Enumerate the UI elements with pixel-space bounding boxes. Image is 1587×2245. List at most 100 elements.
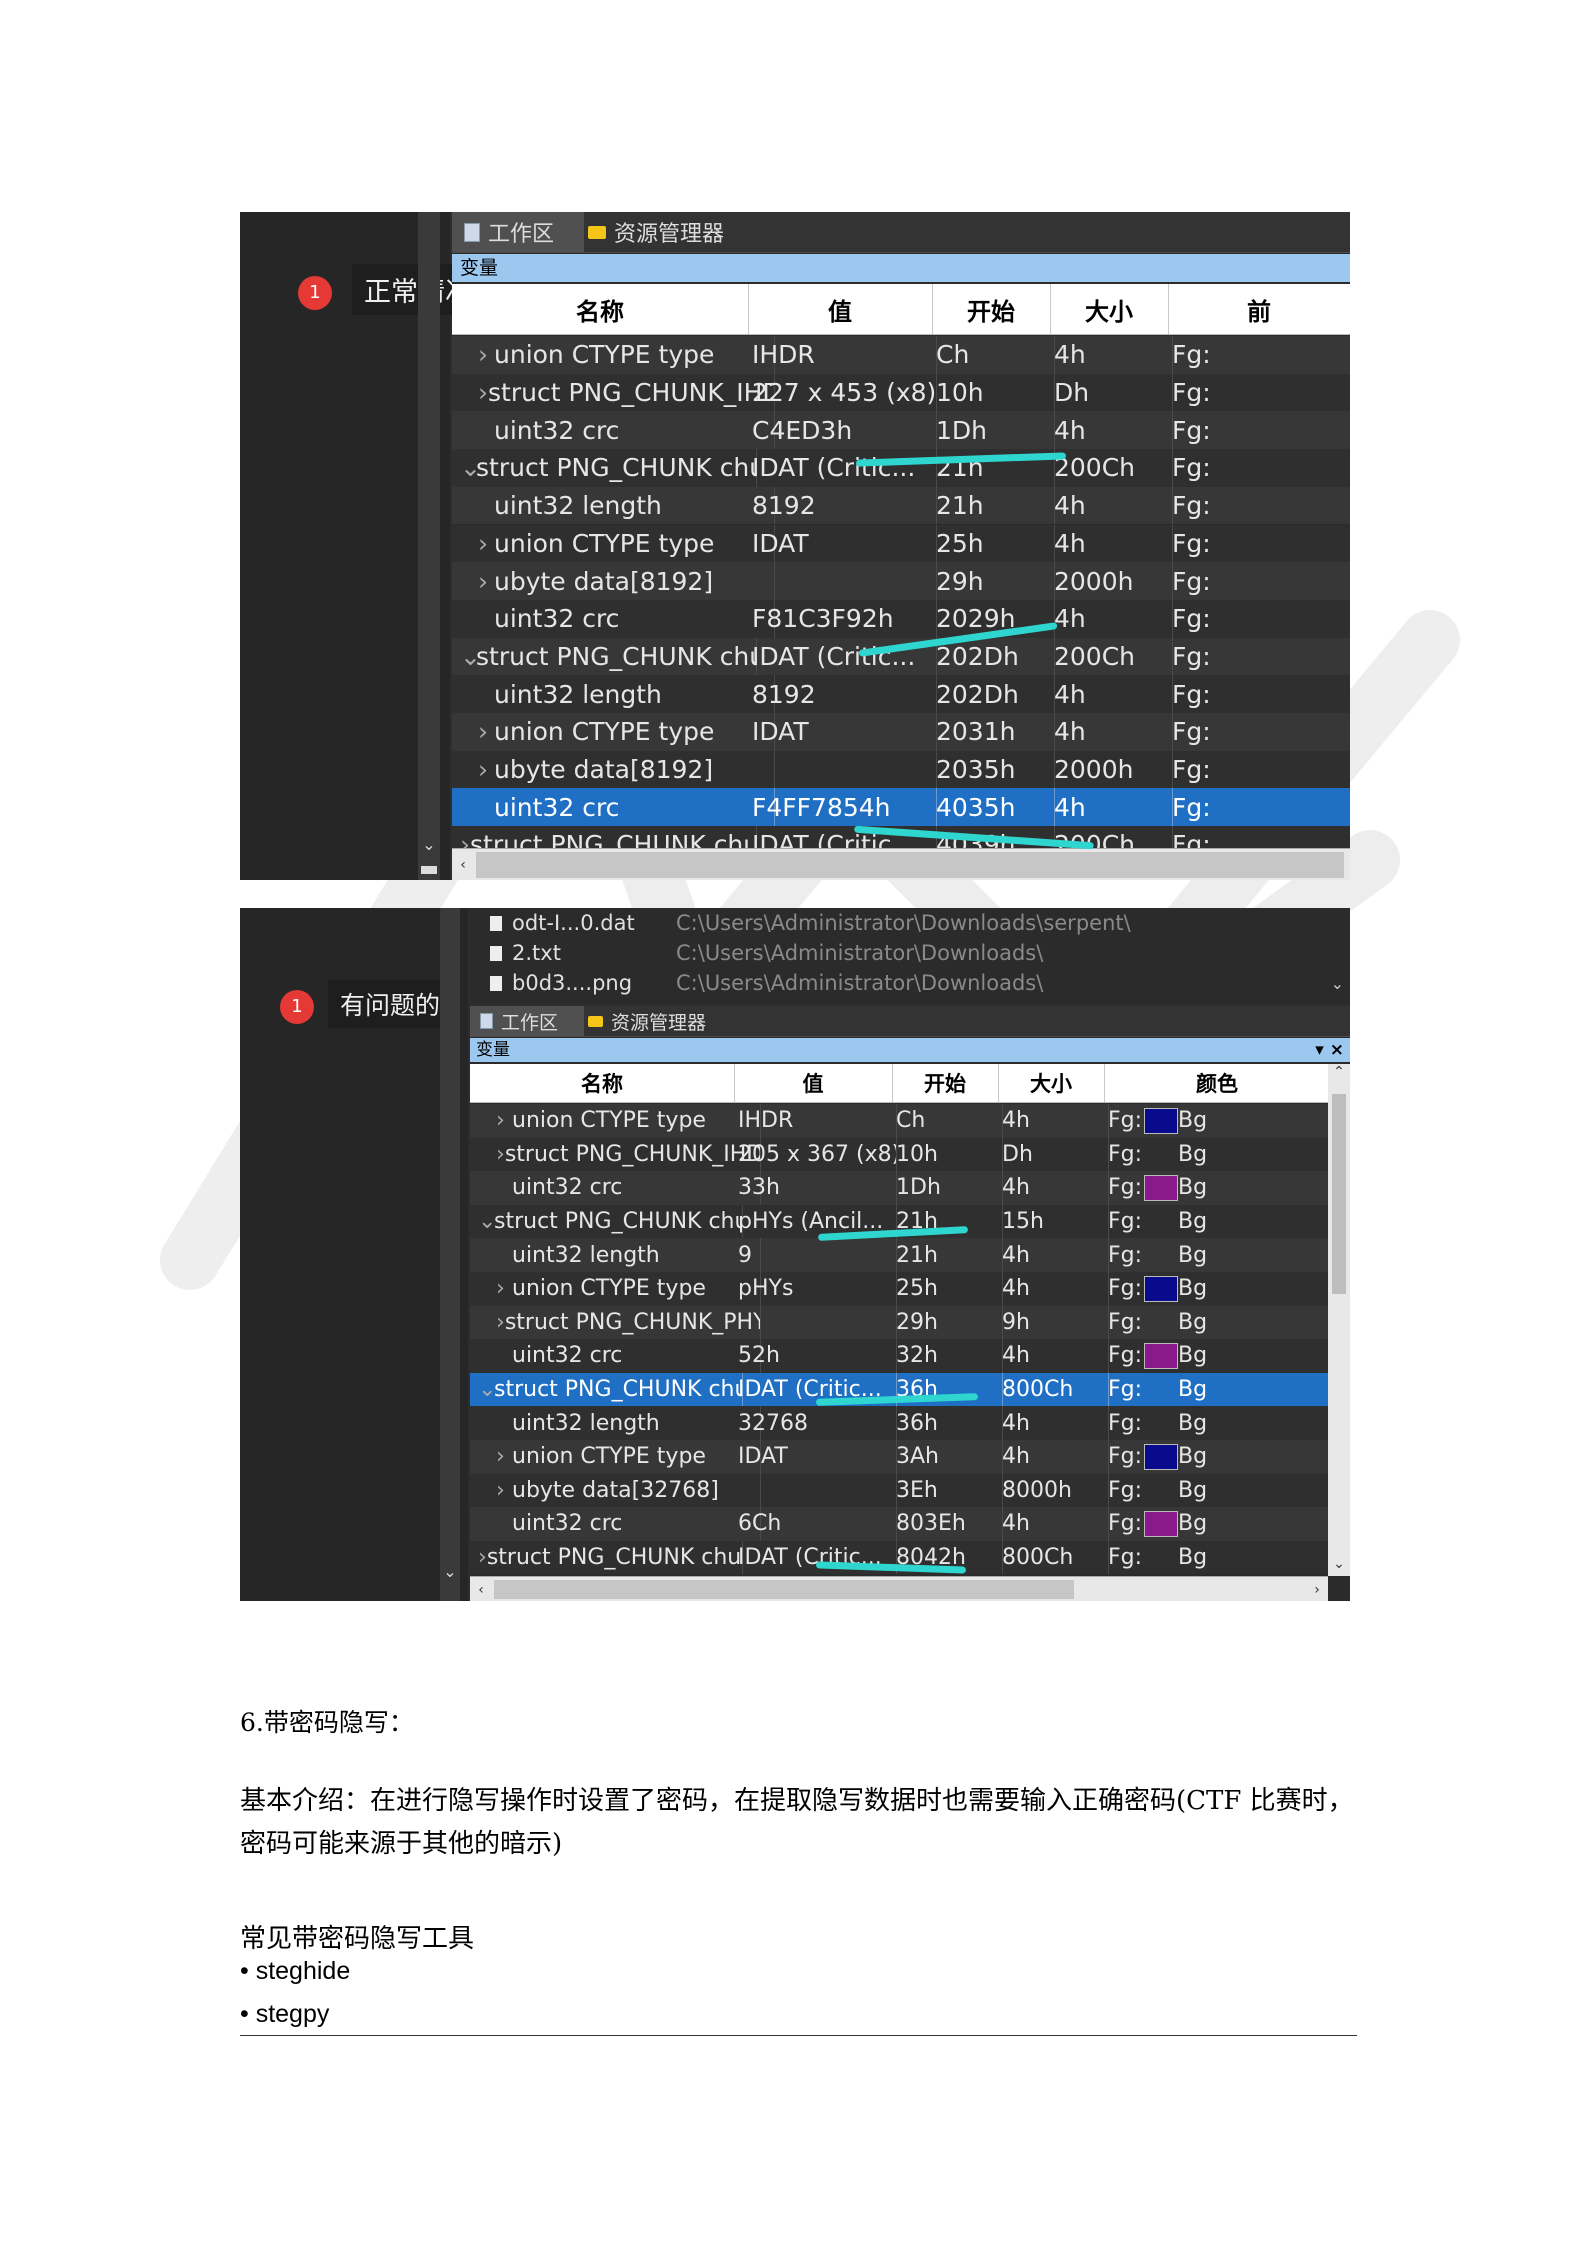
file-item[interactable]: 2.txt C:\Users\Administrator\Downloads\ (470, 938, 1350, 968)
expander-icon[interactable]: ⌄ (478, 1209, 496, 1234)
table-row[interactable]: ›struct PNG_CHUNK_IHDR ihdr205 x 367 (x8… (470, 1137, 1350, 1172)
table-row[interactable]: › ubyte data[8192] 29h 2000h Fg: (452, 562, 1350, 600)
horizontal-scrollbar[interactable]: ‹ (452, 848, 1350, 880)
expander-icon[interactable]: ⌄ (460, 642, 481, 671)
expander-icon[interactable]: › (496, 1108, 512, 1133)
expander-icon[interactable]: › (496, 1478, 512, 1503)
scroll-down-icon[interactable]: ⌄ (418, 835, 440, 854)
table-row[interactable]: uint32 crc 33h 1Dh 4h Fg: Bg (470, 1171, 1350, 1205)
expander-icon[interactable]: › (478, 717, 494, 746)
file-item[interactable]: b0d3....png C:\Users\Administrator\Downlo… (470, 968, 1350, 998)
color-swatch[interactable] (1144, 1443, 1179, 1470)
variable-name: uint32 length (512, 1410, 660, 1436)
table-row[interactable]: › union CTYPE type pHYs 25h 4h Fg: Bg (470, 1272, 1350, 1306)
name-cell: › union CTYPE type (470, 1272, 761, 1306)
tab-explorer[interactable]: 资源管理器 (588, 1006, 748, 1036)
expander-icon[interactable]: › (496, 1444, 512, 1469)
column-header[interactable]: 名称 (470, 1064, 735, 1102)
expander-icon[interactable]: › (478, 529, 494, 558)
table-row[interactable]: › ubyte data[8192] 2035h 2000h Fg: (452, 750, 1350, 789)
table-row[interactable]: ⌄struct PNG_CHUNK chunk[1]IDAT (Critic..… (452, 449, 1350, 487)
table-row[interactable]: uint32 length 8192 21h 4h Fg: (452, 486, 1350, 525)
column-header[interactable]: 大小 (998, 1064, 1105, 1102)
table-row[interactable]: uint32 crc 6Ch 803Eh 4h Fg: Bg (470, 1507, 1350, 1541)
color-swatch[interactable] (1144, 1174, 1179, 1201)
start-cell: Ch (892, 1104, 1003, 1138)
column-header[interactable]: 开始 (892, 1064, 999, 1102)
scroll-thumb[interactable] (421, 866, 437, 874)
color-swatch[interactable] (1144, 1275, 1179, 1302)
expander-icon[interactable]: › (496, 1276, 512, 1301)
table-row[interactable]: › ubyte data[32768] 3Eh 8000h Fg: Bg (470, 1473, 1350, 1508)
color-swatch[interactable] (1144, 1107, 1179, 1134)
expander-icon[interactable]: › (496, 1310, 505, 1335)
color-swatch[interactable] (1144, 1141, 1178, 1167)
color-swatch[interactable] (1144, 1309, 1178, 1335)
color-swatch[interactable] (1144, 1242, 1178, 1268)
table-row[interactable]: uint32 crc F4FF7854h 4035h 4h Fg: (452, 788, 1350, 827)
table-row[interactable]: ›struct PNG_CHUNK_PHYS p... 29h9hFg: Bg (470, 1305, 1350, 1340)
scroll-right-icon[interactable]: › (1306, 1577, 1328, 1601)
panel-controls[interactable]: ▾ × (1315, 1038, 1344, 1062)
expander-icon[interactable]: › (478, 1545, 487, 1570)
file-item[interactable]: odt-I...0.dat C:\Users\Administrator\Down… (470, 908, 1350, 938)
sidebar-scrollbar[interactable]: ⌄ (418, 212, 440, 880)
file-name: odt-I...0.dat (512, 911, 635, 935)
column-header[interactable]: 前 (1168, 284, 1350, 334)
column-header[interactable]: 大小 (1050, 284, 1169, 334)
start-cell: 1Dh (892, 1171, 1003, 1205)
hscroll-thumb[interactable] (494, 1580, 1074, 1599)
table-row[interactable]: › union CTYPE type IDAT 3Ah 4h Fg: Bg (470, 1440, 1350, 1474)
color-swatch[interactable] (1144, 1545, 1178, 1571)
table-row[interactable]: uint32 length 32768 36h 4h Fg: Bg (470, 1406, 1350, 1440)
table-row[interactable]: uint32 crc C4ED3h 1Dh 4h Fg: (452, 411, 1350, 450)
tab-workspace[interactable]: 工作区 (452, 212, 584, 252)
sidebar-scrollbar[interactable]: ⌄ (440, 908, 460, 1601)
table-row[interactable]: uint32 crc 52h 32h 4h Fg: Bg (470, 1339, 1350, 1373)
color-swatch[interactable] (1144, 1477, 1178, 1503)
expander-icon[interactable]: › (478, 567, 494, 596)
column-header[interactable]: 值 (748, 284, 933, 334)
color-swatch[interactable] (1144, 1510, 1179, 1537)
vscroll-thumb[interactable] (1332, 1094, 1346, 1294)
scroll-down-icon[interactable]: ⌄ (1328, 1556, 1350, 1572)
table-vscroll[interactable]: ⌃ ⌄ (1328, 1064, 1350, 1576)
table-row[interactable]: ›struct PNG_CHUNK_IHDR ihdr227 x 453 (x8… (452, 373, 1350, 412)
expander-icon[interactable]: › (496, 1142, 505, 1167)
filelist-scroll-icon[interactable]: ⌄ (1331, 974, 1344, 993)
column-header[interactable]: 开始 (932, 284, 1051, 334)
color-swatch[interactable] (1144, 1410, 1178, 1436)
color-cell: Fg: Bg (1104, 1372, 1335, 1407)
expander-icon[interactable]: › (478, 378, 488, 407)
horizontal-scrollbar[interactable]: ‹ › (470, 1576, 1328, 1601)
tab-workspace[interactable]: 工作区 (470, 1006, 584, 1036)
table-row[interactable]: › union CTYPE type IHDR Ch 4h Fg: Bg (470, 1104, 1350, 1138)
scroll-left-icon[interactable]: ‹ (452, 849, 474, 880)
scroll-down-icon[interactable]: ⌄ (440, 1562, 460, 1581)
table-row[interactable]: › union CTYPE type IHDR Ch 4h Fg: (452, 336, 1350, 374)
table-row[interactable]: uint32 length 9 21h 4h Fg: Bg (470, 1238, 1350, 1272)
column-header[interactable]: 颜色 (1104, 1064, 1331, 1102)
table-row[interactable]: uint32 length 8192 202Dh 4h Fg: (452, 675, 1350, 713)
table-row[interactable]: › union CTYPE type IDAT 2031h 4h Fg: (452, 713, 1350, 751)
expander-icon[interactable]: › (478, 755, 494, 784)
expander-icon[interactable]: ⌄ (478, 1377, 496, 1402)
tab-explorer[interactable]: 资源管理器 (588, 212, 768, 252)
column-header[interactable]: 名称 (452, 284, 749, 334)
table-row[interactable]: › union CTYPE type IDAT 25h 4h Fg: (452, 524, 1350, 563)
column-header[interactable]: 值 (734, 1064, 893, 1102)
expander-icon[interactable]: › (478, 340, 494, 369)
value-cell: IHDR (734, 1104, 897, 1138)
scroll-up-icon[interactable]: ⌃ (1328, 1064, 1350, 1080)
color-swatch[interactable] (1144, 1209, 1178, 1235)
color-swatch[interactable] (1144, 1342, 1179, 1369)
hscroll-thumb[interactable] (476, 852, 1344, 878)
fg-label: Fg: (1108, 1377, 1143, 1403)
table-row[interactable]: uint32 crc F81C3F92h 2029h 4h Fg: (452, 599, 1350, 638)
color-swatch[interactable] (1144, 1377, 1178, 1403)
scroll-left-icon[interactable]: ‹ (470, 1577, 492, 1601)
size-cell: 4h (998, 1507, 1109, 1541)
name-cell: uint32 crc (452, 411, 775, 450)
panel-tabbar: 工作区 资源管理器 (470, 1006, 1350, 1037)
expander-icon[interactable]: ⌄ (460, 453, 481, 482)
